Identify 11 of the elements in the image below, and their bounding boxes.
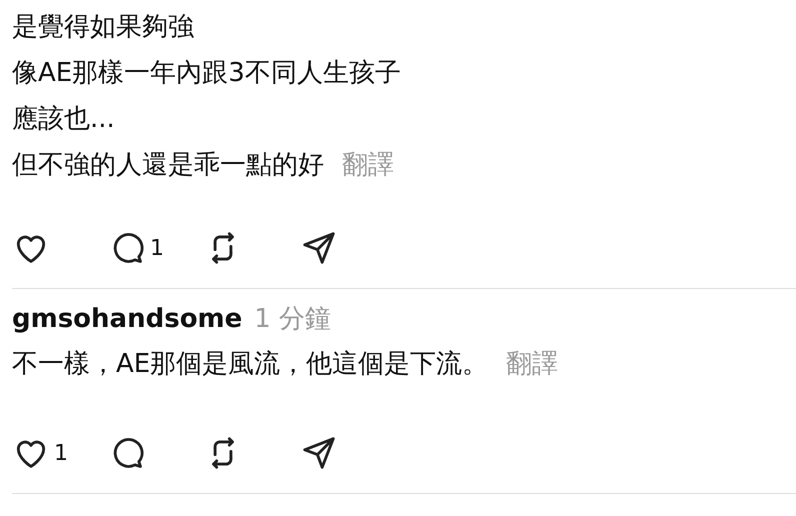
username[interactable]: gmsohandsome bbox=[12, 304, 242, 334]
post-text: 但不強的人還是乖一點的好 bbox=[12, 149, 324, 182]
translate-link[interactable]: 翻譯 bbox=[342, 142, 394, 188]
post-text: 是覺得如果夠強 bbox=[12, 11, 194, 44]
timestamp: 1 分鐘 bbox=[254, 303, 332, 336]
count: 1 bbox=[150, 236, 164, 260]
count: 1 bbox=[54, 440, 68, 466]
post-text: 應該也... bbox=[12, 103, 115, 136]
translate-link[interactable]: 翻譯 bbox=[506, 341, 558, 387]
post-text: 像AE那樣一年內跟3不同人生孩子 bbox=[12, 57, 401, 90]
reply-text: 不一樣，AE那個是風流，他這個是下流。 bbox=[12, 348, 488, 381]
